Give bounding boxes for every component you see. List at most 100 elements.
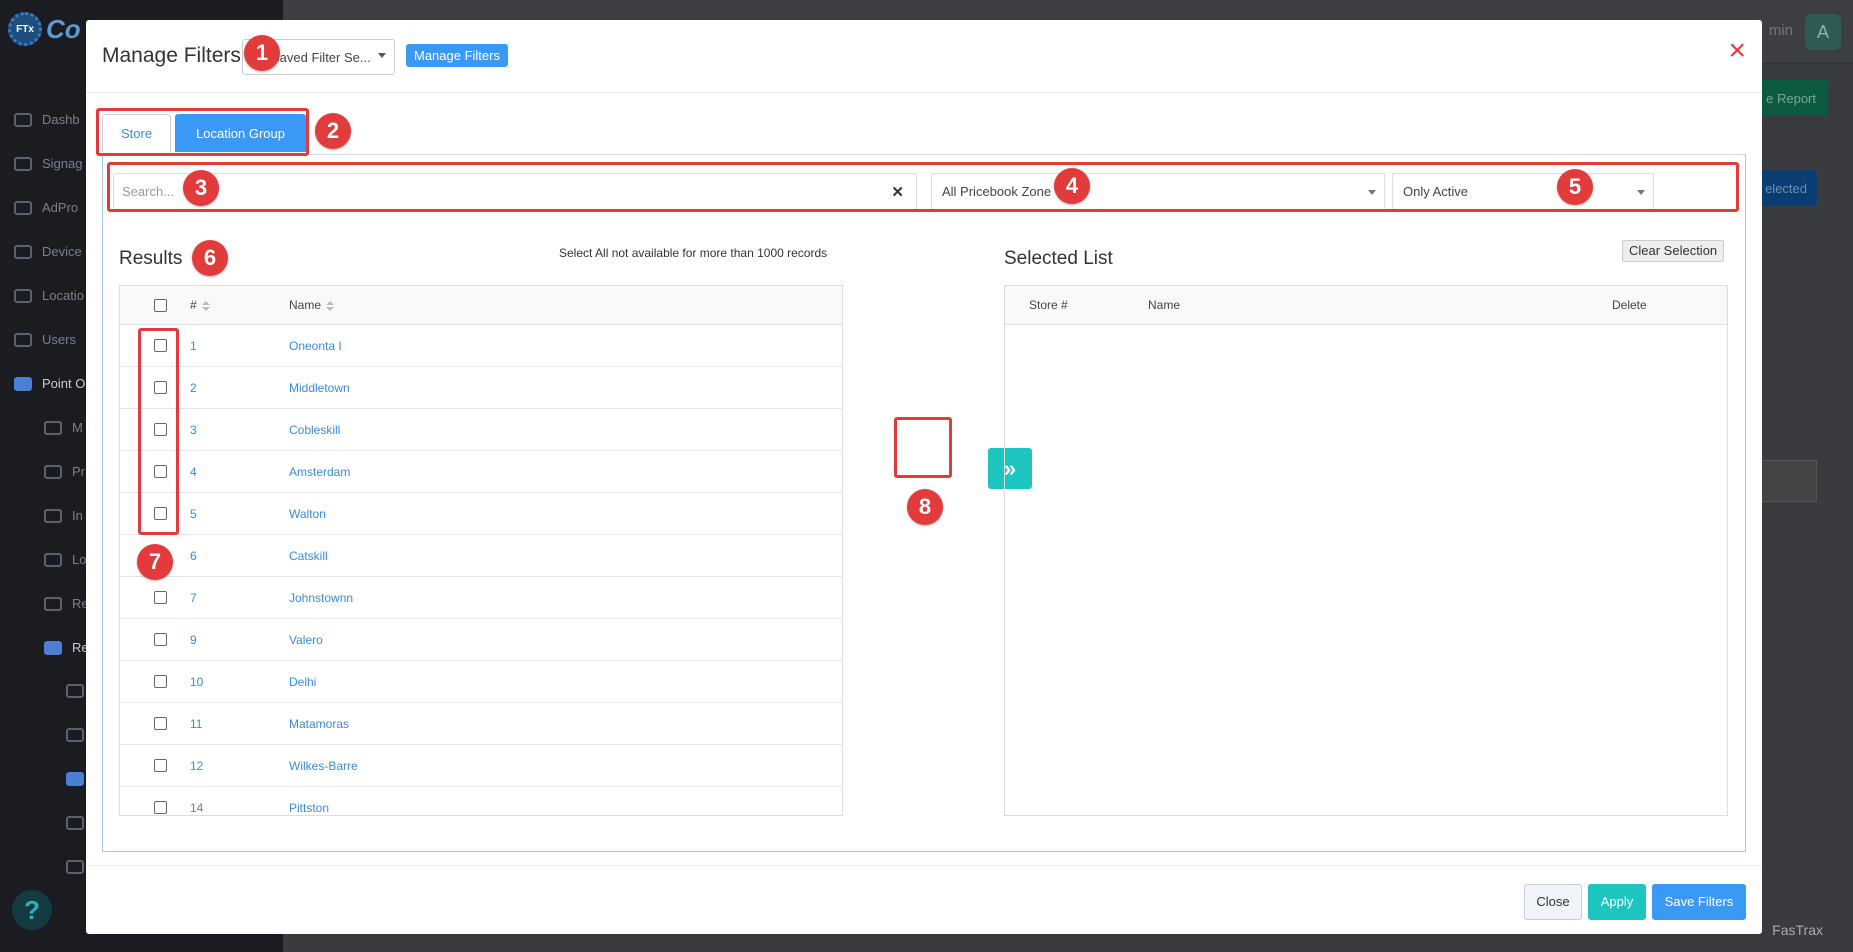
row-name[interactable]: Pittston — [289, 801, 329, 815]
row-name[interactable]: Valero — [289, 633, 323, 647]
row-number[interactable]: 11 — [190, 717, 202, 731]
row-number[interactable]: 12 — [190, 759, 203, 773]
caret-down-icon — [378, 53, 386, 58]
device-icon — [14, 244, 32, 259]
subsubnav-chart-4[interactable] — [66, 860, 84, 874]
nav-item-dashboard[interactable]: Dashb — [14, 112, 80, 127]
select-all-note: Select All not available for more than 1… — [559, 246, 828, 260]
subnav-item-reports[interactable]: Re — [44, 640, 89, 655]
help-button[interactable]: ? — [12, 890, 52, 930]
results-table-header: # Name — [120, 286, 842, 325]
inventory-icon — [44, 508, 62, 523]
background-box — [1753, 460, 1817, 502]
annotation-badge-8: 8 — [907, 489, 943, 525]
row-number[interactable]: 6 — [190, 549, 197, 563]
avatar[interactable]: A — [1805, 14, 1841, 50]
row-number[interactable]: 2 — [190, 381, 197, 395]
selected-button[interactable]: elected — [1753, 170, 1817, 206]
subnav-item-5[interactable]: Re — [44, 596, 89, 611]
footer-brand: FasTrax — [1772, 922, 1823, 938]
manage-filters-button[interactable]: Manage Filters — [406, 44, 508, 67]
row-name[interactable]: Matamoras — [289, 717, 349, 731]
nav-item-users[interactable]: Users — [14, 332, 76, 347]
row-number[interactable]: 10 — [190, 675, 203, 689]
row-name[interactable]: Amsterdam — [289, 465, 350, 479]
table-row: 2 Middletown — [120, 367, 842, 409]
subnav-item-3[interactable]: In — [44, 508, 83, 523]
row-name[interactable]: Middletown — [289, 381, 350, 395]
close-icon[interactable]: × — [1728, 36, 1746, 66]
table-row: 14 Pittston — [120, 787, 842, 815]
results-title: Results — [119, 248, 183, 269]
bookmark-icon — [66, 684, 84, 698]
row-name[interactable]: Johnstownn — [289, 591, 353, 605]
table-row: 3 Cobleskill — [120, 409, 842, 451]
row-number[interactable]: 4 — [190, 465, 197, 479]
nav-item-adpro[interactable]: AdPro — [14, 200, 78, 215]
subsubnav-chart-1[interactable] — [66, 728, 84, 742]
table-row: 1 Oneonta I — [120, 325, 842, 367]
row-number[interactable]: 7 — [190, 591, 197, 605]
highlight-transfer-button — [894, 417, 952, 478]
row-number[interactable]: 3 — [190, 423, 197, 437]
report-button[interactable]: e Report — [1753, 80, 1828, 116]
clear-selection-button[interactable]: Clear Selection — [1622, 240, 1725, 262]
table-row: 11 Matamoras — [120, 703, 842, 745]
nav-item-locations[interactable]: Locatio — [14, 288, 84, 303]
row-checkbox[interactable] — [154, 633, 167, 646]
grid-icon — [44, 596, 62, 611]
row-checkbox[interactable] — [154, 717, 167, 730]
row-name[interactable]: Wilkes-Barre — [289, 759, 358, 773]
subsubnav-chart-2[interactable] — [66, 772, 84, 786]
row-number[interactable]: 14 — [190, 801, 203, 815]
annotation-badge-1: 1 — [244, 35, 280, 71]
selected-table-header: Store # Name Delete — [1005, 286, 1727, 325]
column-name: Name — [1148, 298, 1181, 312]
column-name[interactable]: Name — [289, 298, 335, 312]
subnav-item-2[interactable]: Pr — [44, 464, 85, 479]
users-icon — [14, 332, 32, 347]
row-name[interactable]: Catskill — [289, 549, 328, 563]
row-checkbox[interactable] — [154, 591, 167, 604]
line-chart-icon — [66, 728, 84, 742]
modal-footer-divider — [86, 865, 1762, 866]
table-row: 7 Johnstownn — [120, 577, 842, 619]
highlight-row-checkboxes — [138, 328, 179, 535]
subnav-item-1[interactable]: M — [44, 420, 83, 435]
save-filters-button[interactable]: Save Filters — [1652, 884, 1746, 920]
dashboard-icon — [14, 112, 32, 127]
select-all-checkbox[interactable] — [154, 299, 167, 312]
saved-filter-value: Saved Filter Se... — [271, 50, 371, 65]
gear-logo-icon: FTx — [8, 12, 42, 46]
row-name[interactable]: Delhi — [289, 675, 316, 689]
apply-button[interactable]: Apply — [1588, 884, 1646, 920]
nav-item-signage[interactable]: Signag — [14, 156, 82, 171]
row-number[interactable]: 1 — [190, 339, 197, 353]
map-pin-icon — [14, 288, 32, 303]
annotation-badge-5: 5 — [1557, 169, 1593, 205]
nav-item-point-of-sale[interactable]: Point O — [14, 376, 85, 391]
subsubnav-bookmark[interactable] — [66, 684, 84, 698]
annotation-badge-2: 2 — [315, 113, 351, 149]
column-number[interactable]: # — [190, 298, 210, 312]
row-number[interactable]: 5 — [190, 507, 197, 521]
subsubnav-chart-3[interactable] — [66, 816, 84, 830]
close-button[interactable]: Close — [1524, 884, 1582, 920]
row-name[interactable]: Walton — [289, 507, 326, 521]
annotation-badge-6: 6 — [192, 240, 228, 276]
row-name[interactable]: Oneonta I — [289, 339, 342, 353]
row-checkbox[interactable] — [154, 759, 167, 772]
row-checkbox[interactable] — [154, 801, 167, 814]
nav-item-devices[interactable]: Device — [14, 244, 82, 259]
row-checkbox[interactable] — [154, 675, 167, 688]
row-name[interactable]: Cobleskill — [289, 423, 340, 437]
settings-icon — [44, 420, 62, 435]
highlight-filter-row — [107, 162, 1739, 212]
subnav-item-4[interactable]: Lo — [44, 552, 86, 567]
row-number[interactable]: 9 — [190, 633, 197, 647]
column-delete: Delete — [1612, 298, 1647, 312]
monitor-icon — [14, 156, 32, 171]
calculator-icon — [44, 464, 62, 479]
admin-label: min — [1768, 22, 1793, 39]
modal-header: Manage Filters Saved Filter Se... Manage… — [86, 20, 1762, 93]
